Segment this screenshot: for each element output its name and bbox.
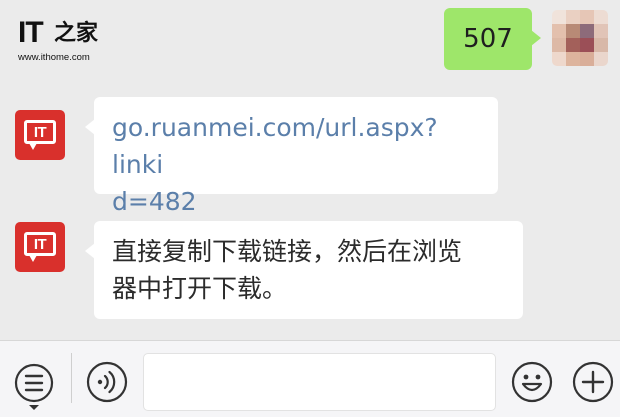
- link-text-line-1[interactable]: go.ruanmei.com/url.aspx?linki: [112, 109, 480, 183]
- chat-input-toolbar: [0, 340, 620, 417]
- ithome-watermark: IT 之家 www.ithome.com: [12, 12, 112, 67]
- it-logo-icon: IT: [24, 120, 56, 144]
- it-logo-icon: IT: [24, 232, 56, 256]
- message-input[interactable]: [143, 353, 496, 411]
- list-menu-icon[interactable]: [12, 363, 56, 415]
- message-text-line-2: 器中打开下载。: [112, 274, 288, 303]
- link-text-line-2[interactable]: d=482: [112, 183, 480, 220]
- smiley-emoji-icon[interactable]: [511, 361, 553, 407]
- ithome-logo-chinese: 之家: [54, 20, 99, 46]
- link-message-bubble[interactable]: go.ruanmei.com/url.aspx?linki d=482: [85, 97, 498, 216]
- message-text-line-1: 直接复制下载链接，然后在浏览: [112, 237, 463, 266]
- toolbar-divider: [71, 353, 72, 403]
- text-message-bubble[interactable]: 直接复制下载链接，然后在浏览 器中打开下载。: [85, 221, 523, 319]
- my-message-bubble[interactable]: 507: [444, 8, 541, 70]
- ithome-avatar[interactable]: IT: [15, 110, 65, 160]
- ithome-url: www.ithome.com: [18, 52, 90, 63]
- ithome-avatar[interactable]: IT: [15, 222, 65, 272]
- voice-icon[interactable]: [86, 361, 128, 407]
- plus-add-icon[interactable]: [572, 361, 614, 407]
- ithome-logo: IT: [18, 16, 44, 49]
- user-avatar[interactable]: [552, 10, 608, 66]
